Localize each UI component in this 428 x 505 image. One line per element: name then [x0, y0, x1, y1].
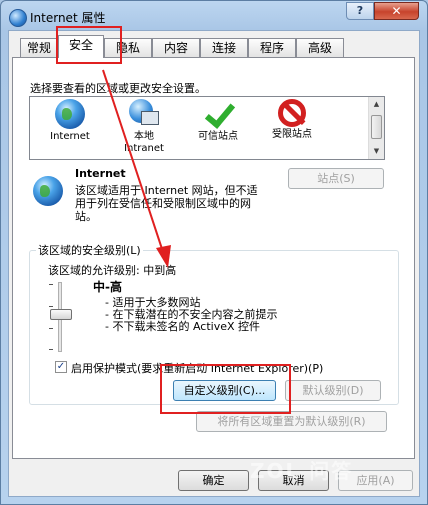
- annotation-arrow: [102, 69, 171, 268]
- tab-security[interactable]: 安全: [58, 35, 104, 58]
